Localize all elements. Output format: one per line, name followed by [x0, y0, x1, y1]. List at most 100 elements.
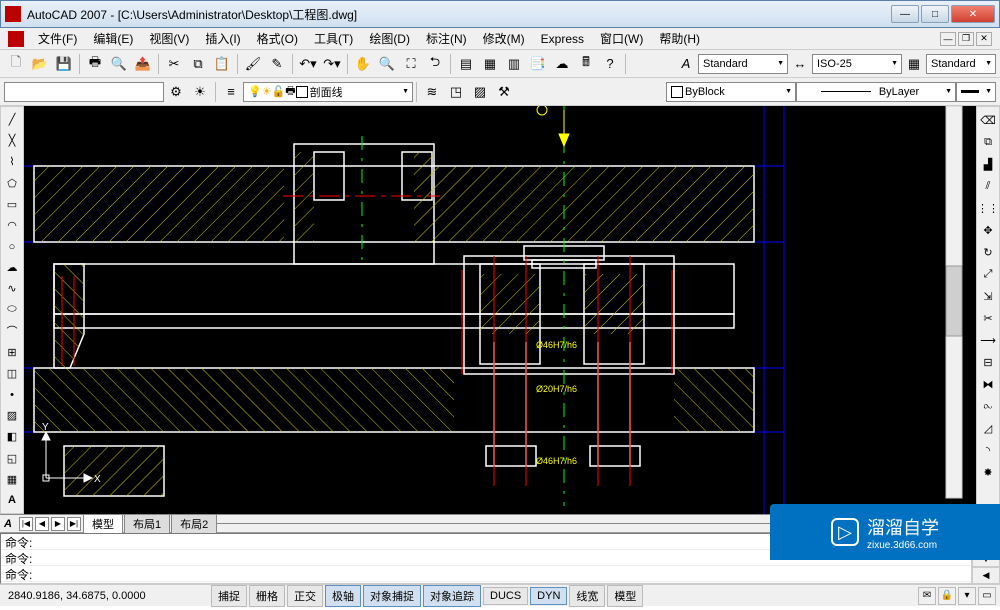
publish-icon[interactable]: 📤: [132, 53, 154, 75]
lwt-toggle[interactable]: 线宽: [569, 585, 605, 607]
otrack-toggle[interactable]: 对象追踪: [423, 585, 481, 607]
chamfer-icon[interactable]: ◿: [978, 418, 998, 438]
tab-layout2[interactable]: 布局2: [171, 514, 217, 533]
new-icon[interactable]: 🗋: [5, 53, 27, 75]
block-editor-icon[interactable]: ✎: [266, 53, 288, 75]
tab-model[interactable]: 模型: [83, 514, 123, 533]
trim-icon[interactable]: ✂: [978, 308, 998, 328]
tab-nav-prev[interactable]: ◀: [35, 517, 49, 531]
drawing-canvas[interactable]: Ø46H7/h6 Ø20H7/h6 Ø46H7/h6 X Y: [24, 106, 976, 514]
linetype-dropdown[interactable]: ByLayer: [796, 82, 956, 102]
erase-icon[interactable]: ⌫: [978, 110, 998, 130]
layer-previous-icon[interactable]: ☀: [189, 81, 211, 103]
hatch-options-icon[interactable]: ▨: [469, 81, 491, 103]
point-icon[interactable]: •: [2, 385, 22, 404]
table-icon[interactable]: ▦: [2, 470, 22, 489]
break-icon[interactable]: ⧓: [978, 374, 998, 394]
undo-icon[interactable]: ↶▾: [297, 53, 319, 75]
command-input[interactable]: 命令:: [1, 566, 971, 582]
offset-icon[interactable]: ⫽: [978, 176, 998, 196]
menu-modify[interactable]: 修改(M): [477, 28, 531, 49]
array-icon[interactable]: ⋮⋮: [978, 198, 998, 218]
designcenter-icon[interactable]: ▦: [479, 53, 501, 75]
join-icon[interactable]: ⧜: [978, 396, 998, 416]
ellipse-icon[interactable]: ⬭: [2, 300, 22, 319]
zoom-previous-icon[interactable]: ⮌: [424, 53, 446, 75]
menu-help[interactable]: 帮助(H): [653, 28, 706, 49]
paste-icon[interactable]: 📋: [211, 53, 233, 75]
hatch-icon[interactable]: ▨: [2, 406, 22, 425]
stretch-icon[interactable]: ⇲: [978, 286, 998, 306]
table-style-dropdown[interactable]: Standard: [926, 54, 996, 74]
explode-icon[interactable]: ✸: [978, 462, 998, 482]
revcloud-icon[interactable]: ☁: [2, 258, 22, 277]
maximize-button[interactable]: □: [921, 5, 949, 23]
menu-tools[interactable]: 工具(T): [308, 28, 359, 49]
sheetset-icon[interactable]: 📑: [527, 53, 549, 75]
menu-draw[interactable]: 绘图(D): [363, 28, 416, 49]
save-icon[interactable]: 💾: [53, 53, 75, 75]
coordinates-display[interactable]: 2840.9186, 34.6875, 0.0000: [0, 590, 210, 602]
toolbar-options-icon[interactable]: ▾: [958, 587, 976, 605]
mdi-close-button[interactable]: ✕: [976, 32, 992, 46]
close-button[interactable]: ✕: [951, 5, 995, 23]
ducs-toggle[interactable]: DUCS: [483, 587, 528, 605]
polyline-icon[interactable]: ⌇: [2, 152, 22, 171]
tab-nav-next[interactable]: ▶: [51, 517, 65, 531]
make-block-icon[interactable]: ◫: [2, 364, 22, 383]
snap-toggle[interactable]: 捕捉: [211, 585, 247, 607]
grid-toggle[interactable]: 栅格: [249, 585, 285, 607]
properties-icon[interactable]: ▤: [455, 53, 477, 75]
text-style-dropdown[interactable]: Standard: [698, 54, 788, 74]
color-dropdown[interactable]: ByBlock: [666, 82, 796, 102]
tab-layout1[interactable]: 布局1: [124, 514, 170, 533]
insert-block-icon[interactable]: ⊞: [2, 343, 22, 362]
layer-states-icon[interactable]: ≋: [421, 81, 443, 103]
rotate-icon[interactable]: ↻: [978, 242, 998, 262]
layer-iso-icon[interactable]: ◳: [445, 81, 467, 103]
rectangle-icon[interactable]: ▭: [2, 195, 22, 214]
mtext-shortcut[interactable]: A: [4, 518, 12, 530]
mdi-minimize-button[interactable]: —: [940, 32, 956, 46]
pan-icon[interactable]: ✋: [352, 53, 374, 75]
dyn-toggle[interactable]: DYN: [530, 587, 567, 605]
break-at-point-icon[interactable]: ⊟: [978, 352, 998, 372]
menu-window[interactable]: 窗口(W): [594, 28, 649, 49]
polar-toggle[interactable]: 极轴: [325, 585, 361, 607]
text-style-icon[interactable]: A: [675, 53, 697, 75]
osnap-toggle[interactable]: 对象捕捉: [363, 585, 421, 607]
region-icon[interactable]: ◱: [2, 449, 22, 468]
redo-icon[interactable]: ↷▾: [321, 53, 343, 75]
minimize-button[interactable]: —: [891, 5, 919, 23]
spline-icon[interactable]: ∿: [2, 279, 22, 298]
help-icon[interactable]: ?: [599, 53, 621, 75]
zoom-window-icon[interactable]: ⛶: [400, 53, 422, 75]
menu-format[interactable]: 格式(O): [251, 28, 304, 49]
mirror-icon[interactable]: ▟: [978, 154, 998, 174]
mdi-restore-button[interactable]: ❐: [958, 32, 974, 46]
copy-object-icon[interactable]: ⧉: [978, 132, 998, 152]
comm-center-icon[interactable]: ✉: [918, 587, 936, 605]
polygon-icon[interactable]: ⬠: [2, 173, 22, 192]
plot-preview-icon[interactable]: 🔍: [108, 53, 130, 75]
table-style-icon[interactable]: ▦: [903, 53, 925, 75]
plot-icon[interactable]: 🖶: [84, 53, 106, 75]
command-input-small[interactable]: [4, 82, 164, 102]
extend-icon[interactable]: ⟶: [978, 330, 998, 350]
cut-icon[interactable]: ✂: [163, 53, 185, 75]
scale-icon[interactable]: ⤢: [978, 264, 998, 284]
menu-edit[interactable]: 编辑(E): [87, 28, 139, 49]
layer-manager-icon[interactable]: ≡: [220, 81, 242, 103]
zoom-realtime-icon[interactable]: 🔍: [376, 53, 398, 75]
lock-ui-icon[interactable]: 🔒: [938, 587, 956, 605]
clean-screen-icon[interactable]: ▭: [978, 587, 996, 605]
line-icon[interactable]: ╱: [2, 110, 22, 129]
ortho-toggle[interactable]: 正交: [287, 585, 323, 607]
options-icon[interactable]: ⚒: [493, 81, 515, 103]
arc-icon[interactable]: ◠: [2, 216, 22, 235]
scroll-left-icon[interactable]: ◀: [972, 567, 1000, 584]
menu-view[interactable]: 视图(V): [143, 28, 195, 49]
toolpalettes-icon[interactable]: ▥: [503, 53, 525, 75]
layer-dropdown[interactable]: 💡☀🔓🖶 剖面线: [243, 82, 413, 102]
markup-icon[interactable]: ☁: [551, 53, 573, 75]
